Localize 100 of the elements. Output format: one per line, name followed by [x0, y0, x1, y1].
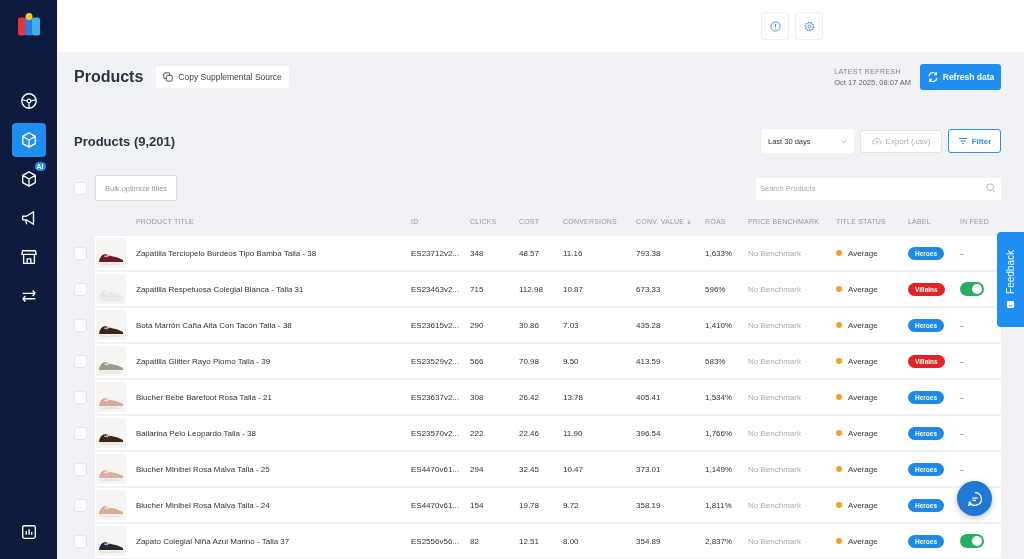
table-cell-text: No Benchmark [748, 284, 802, 294]
title-status: Average [848, 248, 878, 258]
table-cell: - [960, 247, 964, 259]
title-status: Average [848, 428, 878, 438]
table-cell-text: 12.51 [519, 536, 541, 546]
table-cell-text: Zapatilla Glitter Rayo Plomo Talla - 39 [136, 356, 272, 366]
refresh-button[interactable]: Refresh data [920, 64, 1001, 90]
settings-button[interactable] [795, 12, 823, 40]
copy-source-button[interactable]: Copy Supplemental Source [156, 66, 289, 88]
row-checkbox[interactable] [74, 282, 87, 296]
row-checkbox[interactable] [74, 534, 87, 548]
filter-button[interactable]: Filter [948, 129, 1001, 153]
table-cell-text: 9.72 [563, 500, 580, 510]
table-cell-text: ES23615v2... [411, 320, 461, 330]
table-cell-text: 1,633% [705, 248, 734, 258]
table-cell: - [960, 391, 964, 403]
table-cell-text: ES23712v2... [411, 248, 461, 258]
table-cell-text: No Benchmark [748, 536, 802, 546]
table-cell-text: Zapatilla Respetuosa Colegial Blanca - Talla 31 [136, 284, 305, 294]
table-cell-text: 82 [470, 536, 480, 546]
table-cell-text: 112.98 [519, 284, 544, 294]
table-cell-text: 22.46 [519, 428, 541, 438]
table-cell-text: ES23637v2... [411, 392, 461, 402]
select-all-checkbox[interactable] [74, 181, 87, 195]
help-button[interactable] [761, 12, 789, 40]
row-checkbox[interactable] [74, 246, 87, 260]
table-cell-text: No Benchmark [748, 392, 802, 402]
table-cell-text: 566 [470, 356, 485, 366]
table-cell-text: ES4470v61... [411, 500, 461, 510]
cube-icon [19, 170, 38, 188]
logo [16, 12, 41, 39]
section-title: Products (9,201) [74, 133, 176, 149]
table-cell-text: Bota Marrón Caña Alta Con Tacón Talla - 38 [136, 320, 293, 330]
table-cell-text: No Benchmark [748, 320, 802, 330]
smiley-icon [1006, 299, 1015, 309]
table-cell-text: 673.33 [636, 284, 662, 294]
cloud-upload-icon [871, 136, 882, 146]
table-cell-text: 11.90 [563, 428, 584, 438]
table-cell-text: 2,837% [705, 536, 734, 546]
row-checkbox[interactable] [74, 390, 87, 404]
title-status: Average [848, 320, 878, 330]
table-cell: - [960, 463, 964, 475]
table-cell-text: 358.19 [636, 500, 662, 510]
sort-icon [687, 218, 692, 225]
table-cell-text: 294 [470, 464, 485, 474]
store-icon [19, 248, 38, 266]
help-icon [769, 20, 781, 32]
table-cell-text: 348 [470, 248, 485, 258]
table-cell-text: 8.00 [563, 536, 580, 546]
table-cell-text: 396.54 [636, 428, 662, 438]
table-cell-text: 10.47 [563, 464, 585, 474]
table-cell-text: 793.38 [636, 248, 662, 258]
filter-icon [957, 136, 968, 146]
table-cell-text: Zapatilla Terciopelo Burdeos Tipo Bamba Talla - 38 [136, 248, 318, 258]
table-cell-text: 9.50 [563, 356, 580, 366]
title-status: Average [848, 284, 878, 294]
table-cell-text: Blucher Minibel Rosa Malva Talla - 24 [136, 500, 271, 510]
table-cell-text: 10.87 [563, 284, 585, 294]
table-cell-text: 373.01 [636, 464, 662, 474]
copy-icon [163, 72, 174, 82]
table-cell-text: 7.03 [563, 320, 580, 330]
table-cell-text: 596% [705, 284, 727, 294]
table-cell-text: Bailarina Pelo Leopardo Talla - 38 [136, 428, 257, 438]
row-checkbox[interactable] [74, 318, 87, 332]
in-feed-toggle[interactable] [960, 534, 984, 548]
table-cell-text: 19.78 [519, 500, 541, 510]
table-cell-text: 1,811% [705, 500, 733, 510]
table-cell-text: 222 [470, 428, 485, 438]
chart-icon[interactable] [19, 523, 38, 541]
chat-icon [965, 489, 984, 508]
table-cell-text: 70.98 [519, 356, 541, 366]
title-status: Average [848, 464, 878, 474]
table-cell-text: No Benchmark [748, 500, 802, 510]
sidebar-item[interactable] [11, 123, 46, 157]
table-cell-text: 32.45 [519, 464, 541, 474]
table-cell-text: ES4470v61... [411, 464, 461, 474]
row-checkbox[interactable] [74, 426, 87, 440]
table-cell-text: Blucher Bebé Barefoot Rosa Talla - 21 [136, 392, 273, 402]
table-cell-text: 11.16 [563, 248, 584, 258]
table-cell-text: 354.89 [636, 536, 662, 546]
table-cell-text: 1,534% [705, 392, 734, 402]
table-cell-text: 13.78 [563, 392, 585, 402]
row-checkbox[interactable] [74, 354, 87, 368]
title-status: Average [848, 356, 878, 366]
table-cell-text: ES2556v56... [411, 536, 461, 546]
in-feed-toggle[interactable] [960, 282, 984, 296]
row-checkbox[interactable] [74, 498, 87, 512]
table-cell-text: ES23529v2... [411, 356, 461, 366]
steering-wheel-icon [19, 92, 38, 110]
table-cell-text: ES23570v2... [411, 428, 461, 438]
table-cell-text: 308 [470, 392, 485, 402]
row-checkbox[interactable] [74, 462, 87, 476]
feedback-tab[interactable]: Feedback [997, 232, 1024, 327]
table-cell-text: 154 [470, 500, 485, 510]
table-cell-text: 413.59 [636, 356, 662, 366]
table-cell-text: 405.41 [636, 392, 662, 402]
chevron-down-icon [840, 138, 847, 144]
settings-icon [803, 20, 815, 32]
table-cell-text: Zapato Colegial Niña Azul Marino - Talla 37 [136, 536, 291, 546]
table-cell: - [960, 427, 964, 439]
